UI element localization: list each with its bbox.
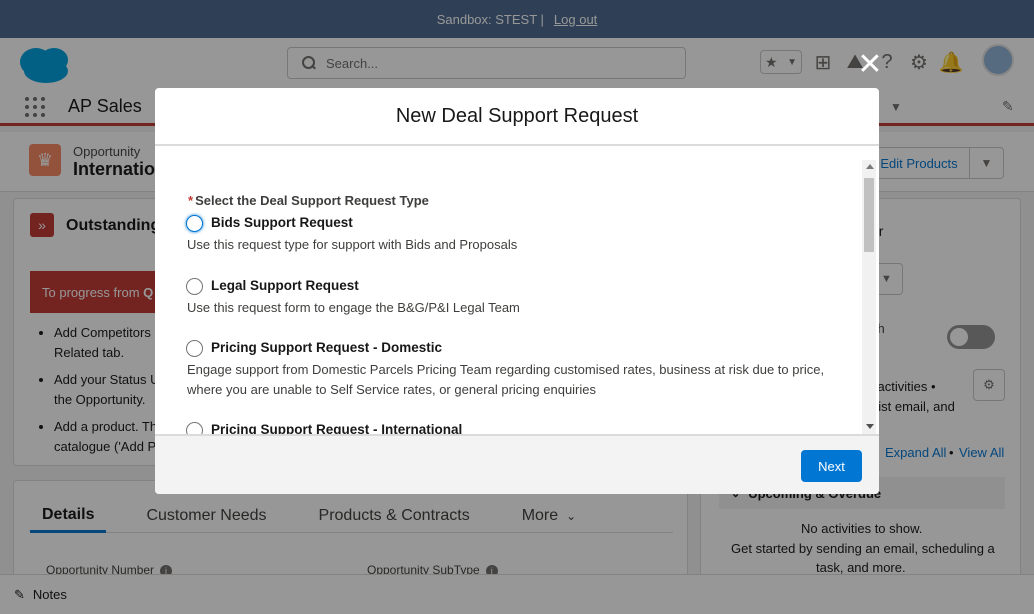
- radio-pricing-domestic[interactable]: [186, 340, 203, 357]
- modal-scrollbar[interactable]: [862, 160, 876, 434]
- required-indicator: *: [188, 193, 194, 208]
- request-type-label-text: Select the Deal Support Request Type: [195, 193, 429, 208]
- option-title: Bids Support Request: [211, 215, 353, 230]
- option-title: Legal Support Request: [211, 278, 359, 293]
- close-icon[interactable]: ✕: [854, 50, 886, 82]
- radio-legal-support[interactable]: [186, 278, 203, 295]
- request-type-label: * Select the Deal Support Request Type: [188, 193, 429, 208]
- radio-bids-support[interactable]: [186, 215, 203, 232]
- modal-title: New Deal Support Request: [395, 104, 639, 127]
- option-description: Use this request type for support with B…: [187, 237, 518, 252]
- scroll-down-arrow-icon[interactable]: [866, 424, 874, 429]
- option-title: Pricing Support Request - International: [211, 422, 463, 434]
- new-deal-support-request-modal: New Deal Support Request * Select the Dea…: [155, 88, 879, 494]
- modal-body: * Select the Deal Support Request Type Bi…: [155, 148, 879, 434]
- radio-pricing-international[interactable]: [186, 422, 203, 434]
- option-title: Pricing Support Request - Domestic: [211, 340, 443, 355]
- option-description: Engage support from Domestic Parcels Pri…: [187, 362, 825, 397]
- option-description: Use this request form to engage the B&G/…: [187, 300, 520, 315]
- scroll-up-arrow-icon[interactable]: [866, 164, 874, 169]
- modal-header: New Deal Support Request: [155, 88, 879, 146]
- next-button[interactable]: Next: [801, 450, 862, 482]
- modal-footer: Next: [155, 434, 879, 494]
- scroll-thumb[interactable]: [864, 178, 874, 252]
